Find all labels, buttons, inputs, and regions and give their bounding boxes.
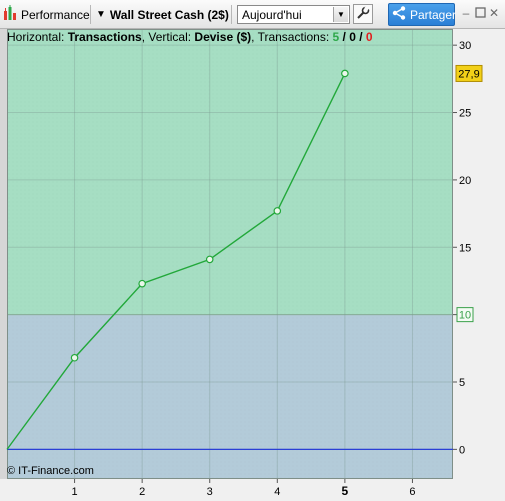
x-tick-label: 2 (139, 486, 145, 498)
performance-label: Performance (21, 7, 90, 22)
instrument-title: Wall Street Cash (2$) (109, 7, 229, 22)
x-tick-label: 4 (274, 486, 280, 498)
bar-chart-icon (3, 5, 17, 24)
chevron-down-icon[interactable]: ▼ (333, 7, 348, 22)
zone-threshold-label: 10 (459, 310, 471, 322)
x-tick-label: 5 (342, 484, 349, 498)
legend-losses: 0 (365, 30, 373, 44)
data-point[interactable] (205, 255, 214, 264)
left-gutter (0, 29, 7, 479)
legend-vertical-prefix: , Vertical: (141, 30, 195, 44)
minimize-icon[interactable]: – (460, 7, 472, 19)
period-select[interactable]: Aujourd'hui ▼ (237, 5, 350, 24)
y-tick-label: 0 (459, 444, 465, 456)
period-value: Aujourd'hui (242, 7, 302, 22)
copyright-label: © IT-Finance.com (7, 465, 94, 477)
performance-chart: 051015202530 123456 27,910 (0, 29, 483, 498)
y-tick-label: 20 (459, 175, 471, 187)
y-tick-label: 15 (459, 242, 471, 254)
x-tick-label: 3 (207, 486, 213, 498)
data-point[interactable] (341, 69, 349, 78)
data-point[interactable] (138, 279, 146, 288)
restore-icon[interactable] (474, 7, 486, 19)
data-point[interactable] (70, 353, 79, 362)
share-button[interactable]: Partager (388, 3, 457, 26)
share-label: Partager (410, 7, 457, 22)
triangle-down-icon: ▼ (96, 9, 106, 20)
last-value-label: 27,9 (458, 68, 479, 80)
y-tick-label: 25 (459, 108, 471, 120)
performance-button[interactable]: Performance (3, 4, 90, 25)
y-tick-label: 30 (459, 40, 471, 52)
legend-slash: / (339, 30, 350, 44)
legend-horizontal-value: Transactions (67, 30, 142, 44)
legend-slash: / (355, 30, 366, 44)
close-icon[interactable]: ✕ (488, 7, 500, 19)
share-icon (392, 6, 406, 23)
instrument-selector[interactable]: ▼ Wall Street Cash (2$) (96, 4, 229, 25)
wrench-icon (356, 4, 370, 23)
toolbar-divider (90, 5, 91, 24)
settings-button[interactable] (353, 4, 373, 24)
legend-horizontal-prefix: Horizontal: (7, 30, 68, 44)
x-tick-label: 6 (409, 486, 415, 498)
x-tick-label: 1 (72, 486, 78, 498)
chart-legend: Horizontal: Transactions, Vertical: Devi… (7, 30, 373, 44)
legend-neutral: 0 (349, 30, 356, 44)
toolbar-divider (231, 5, 232, 24)
plot-texture (7, 29, 453, 479)
legend-vertical-value: Devise ($) (194, 30, 252, 44)
data-point[interactable] (273, 207, 282, 215)
y-tick-label: 5 (459, 377, 465, 389)
toolbar: Performance ▼ Wall Street Cash (2$) Aujo… (0, 0, 505, 29)
legend-transactions-prefix: , Transactions: (251, 30, 333, 44)
